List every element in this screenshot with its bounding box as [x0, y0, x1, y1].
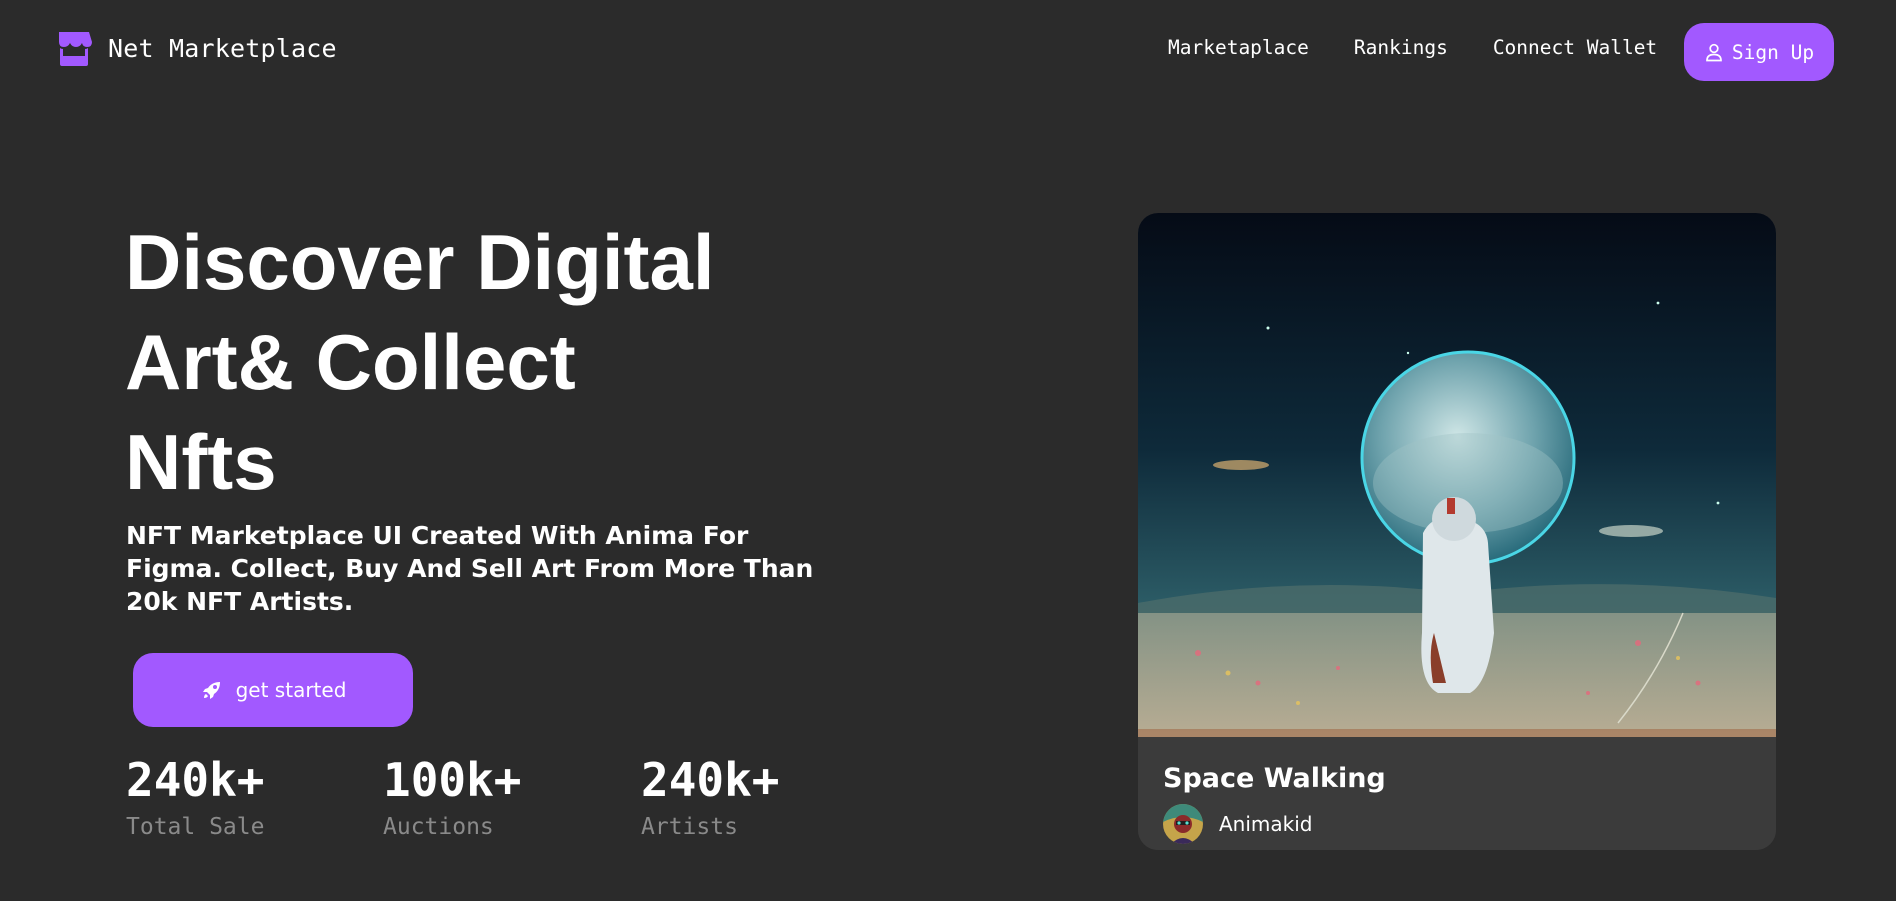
nav-link-connect-wallet[interactable]: Connect Wallet	[1493, 36, 1657, 59]
creator-avatar	[1163, 804, 1203, 844]
creator-name: Animakid	[1219, 812, 1313, 836]
main-nav: Marketaplace Rankings Connect Wallet	[1168, 36, 1657, 59]
card-info: Space Walking Animakid	[1138, 737, 1776, 850]
get-started-label: get started	[235, 678, 347, 702]
creator-info[interactable]: Animakid	[1163, 804, 1313, 844]
sign-up-label: Sign Up	[1731, 40, 1815, 64]
stat-artists: 240k+ Artists	[641, 752, 779, 840]
stat-label: Total Sale	[126, 814, 265, 840]
stat-total-sale: 240k+ Total Sale	[126, 752, 264, 840]
featured-nft-card[interactable]: Space Walking Animakid	[1138, 213, 1776, 850]
stat-value: 240k+	[641, 753, 780, 807]
site-header: Net Marketplace Marketaplace Rankings Co…	[0, 0, 1896, 104]
hero-subtitle: NFT Marketplace UI Created With Anima Fo…	[126, 521, 814, 616]
brand-logo[interactable]: Net Marketplace	[54, 28, 337, 68]
stat-label: Auctions	[383, 814, 494, 840]
stat-value: 100k+	[383, 753, 522, 807]
sign-up-button[interactable]: Sign Up	[1684, 23, 1834, 81]
nav-link-rankings[interactable]: Rankings	[1354, 36, 1448, 59]
storefront-icon	[59, 32, 92, 66]
nav-link-marketplace[interactable]: Marketaplace	[1168, 36, 1309, 59]
brand-name: Net Marketplace	[108, 33, 337, 63]
stat-value: 240k+	[126, 753, 265, 807]
nft-title: Space Walking	[1163, 763, 1386, 794]
user-icon	[1706, 43, 1722, 62]
rocket-icon	[202, 682, 220, 699]
hero-title-line-3: Nfts	[125, 418, 277, 506]
hero-title-line-2: Art& Collect	[125, 318, 576, 406]
stat-label: Artists	[641, 814, 738, 840]
nft-artwork-image	[1138, 213, 1776, 737]
hero-title: Discover Digital Art& Collect Nfts	[125, 212, 825, 512]
get-started-button[interactable]: get started	[133, 653, 413, 727]
hero-title-line-1: Discover Digital	[125, 218, 715, 306]
stat-auctions: 100k+ Auctions	[383, 752, 521, 840]
